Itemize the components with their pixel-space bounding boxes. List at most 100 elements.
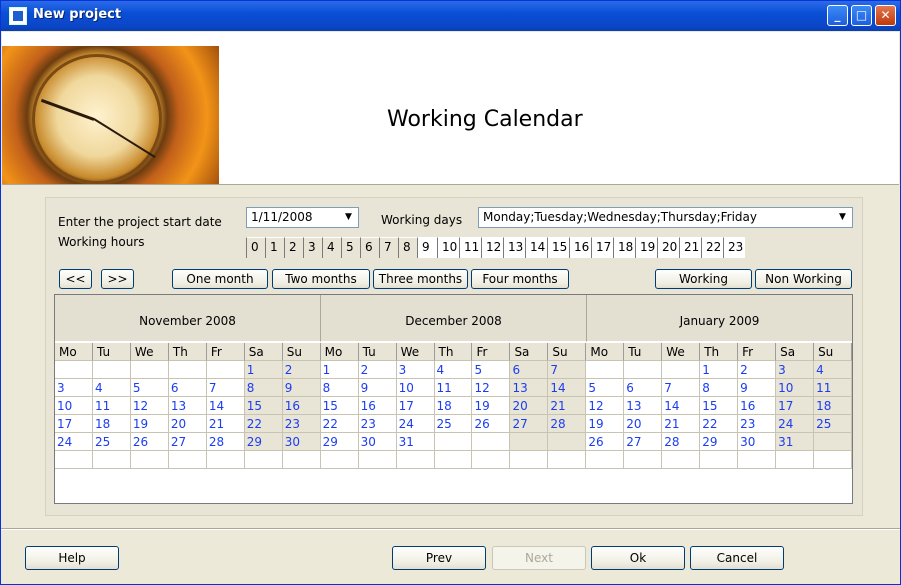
day-cell[interactable]: 20 (168, 415, 207, 433)
title-bar[interactable]: New project _ □ ✕ (1, 1, 900, 31)
day-cell[interactable]: 24 (55, 433, 93, 451)
hour-cell[interactable]: 2 (284, 237, 303, 258)
day-cell[interactable]: 18 (814, 397, 853, 415)
day-cell[interactable]: 19 (586, 415, 625, 433)
day-cell[interactable]: 25 (814, 415, 853, 433)
day-cell[interactable]: 24 (776, 415, 815, 433)
day-cell[interactable]: 12 (472, 379, 511, 397)
hour-cell[interactable]: 3 (303, 237, 322, 258)
day-cell[interactable]: 14 (662, 397, 701, 415)
day-cell[interactable]: 14 (206, 397, 245, 415)
day-cell[interactable]: 5 (130, 379, 169, 397)
help-button[interactable]: Help (25, 546, 119, 570)
hour-cell[interactable]: 22 (701, 237, 723, 258)
hour-cell[interactable]: 18 (613, 237, 635, 258)
day-cell[interactable]: 23 (738, 415, 777, 433)
working-button[interactable]: Working (655, 269, 752, 289)
day-cell[interactable]: 4 (92, 379, 131, 397)
day-cell[interactable]: 9 (282, 379, 321, 397)
hour-cell[interactable]: 14 (525, 237, 547, 258)
day-cell[interactable]: 16 (358, 397, 397, 415)
day-cell[interactable]: 6 (510, 361, 549, 379)
day-cell[interactable]: 12 (586, 397, 625, 415)
day-cell[interactable]: 29 (700, 433, 739, 451)
chevron-down-icon[interactable]: ▼ (340, 209, 357, 226)
day-cell[interactable]: 28 (548, 415, 587, 433)
day-cell[interactable]: 14 (548, 379, 587, 397)
day-cell[interactable]: 11 (814, 379, 853, 397)
day-cell[interactable]: 16 (738, 397, 777, 415)
day-cell[interactable]: 19 (472, 397, 511, 415)
day-cell[interactable]: 29 (244, 433, 283, 451)
hour-cell[interactable]: 12 (481, 237, 503, 258)
hour-cell[interactable]: 15 (547, 237, 569, 258)
day-cell[interactable]: 1 (244, 361, 283, 379)
day-cell[interactable]: 20 (510, 397, 549, 415)
hour-cell[interactable]: 23 (723, 237, 745, 258)
day-cell[interactable]: 17 (776, 397, 815, 415)
day-cell[interactable]: 11 (434, 379, 473, 397)
day-cell[interactable]: 30 (738, 433, 777, 451)
hour-cell[interactable]: 9 (417, 237, 437, 258)
maximize-button[interactable]: □ (851, 5, 872, 26)
day-cell[interactable]: 3 (776, 361, 815, 379)
day-cell[interactable]: 16 (282, 397, 321, 415)
hour-cell[interactable]: 21 (679, 237, 701, 258)
day-cell[interactable]: 7 (662, 379, 701, 397)
day-cell[interactable]: 23 (358, 415, 397, 433)
day-cell[interactable]: 8 (244, 379, 283, 397)
hour-cell[interactable]: 7 (379, 237, 398, 258)
day-cell[interactable]: 26 (472, 415, 511, 433)
hour-cell[interactable]: 8 (398, 237, 417, 258)
day-cell[interactable]: 1 (700, 361, 739, 379)
day-cell[interactable]: 2 (358, 361, 397, 379)
day-cell[interactable]: 13 (168, 397, 207, 415)
day-cell[interactable]: 8 (700, 379, 739, 397)
day-cell[interactable]: 3 (55, 379, 93, 397)
day-cell[interactable]: 4 (814, 361, 853, 379)
start-date-picker[interactable]: 1/11/2008 ▼ (246, 207, 359, 228)
non-working-button[interactable]: Non Working (755, 269, 852, 289)
day-cell[interactable]: 6 (168, 379, 207, 397)
two-months-button[interactable]: Two months (272, 269, 370, 289)
hour-cell[interactable]: 4 (322, 237, 341, 258)
day-cell[interactable]: 19 (130, 415, 169, 433)
day-cell[interactable]: 9 (358, 379, 397, 397)
four-months-button[interactable]: Four months (471, 269, 569, 289)
day-cell[interactable]: 22 (244, 415, 283, 433)
day-cell[interactable]: 1 (320, 361, 359, 379)
hour-cell[interactable]: 10 (437, 237, 459, 258)
day-cell[interactable]: 5 (586, 379, 625, 397)
day-cell[interactable]: 17 (55, 415, 93, 433)
day-cell[interactable]: 24 (396, 415, 435, 433)
calendar-grid[interactable]: November 2008 December 2008 January 2009… (54, 294, 853, 504)
day-cell[interactable]: 26 (130, 433, 169, 451)
day-cell[interactable]: 4 (434, 361, 473, 379)
day-cell[interactable]: 15 (700, 397, 739, 415)
previous-month-button[interactable]: << (59, 269, 92, 289)
day-cell[interactable]: 20 (624, 415, 663, 433)
day-cell[interactable]: 10 (55, 397, 93, 415)
day-cell[interactable]: 21 (548, 397, 587, 415)
hour-cell[interactable]: 11 (459, 237, 481, 258)
day-cell[interactable]: 29 (320, 433, 359, 451)
day-cell[interactable]: 8 (320, 379, 359, 397)
day-cell[interactable]: 3 (396, 361, 435, 379)
day-cell[interactable]: 2 (738, 361, 777, 379)
day-cell[interactable]: 7 (206, 379, 245, 397)
next-month-button[interactable]: >> (101, 269, 134, 289)
minimize-button[interactable]: _ (827, 5, 848, 26)
ok-button[interactable]: Ok (591, 546, 685, 570)
hour-cell[interactable]: 17 (591, 237, 613, 258)
next-button[interactable]: Next (492, 546, 586, 570)
day-cell[interactable]: 23 (282, 415, 321, 433)
day-cell[interactable]: 25 (434, 415, 473, 433)
day-cell[interactable]: 21 (662, 415, 701, 433)
working-days-select[interactable]: Monday;Tuesday;Wednesday;Thursday;Friday… (478, 207, 853, 228)
one-month-button[interactable]: One month (172, 269, 268, 289)
day-cell[interactable]: 27 (510, 415, 549, 433)
hour-cell[interactable]: 16 (569, 237, 591, 258)
cancel-button[interactable]: Cancel (690, 546, 784, 570)
day-cell[interactable]: 18 (434, 397, 473, 415)
day-cell[interactable]: 10 (396, 379, 435, 397)
